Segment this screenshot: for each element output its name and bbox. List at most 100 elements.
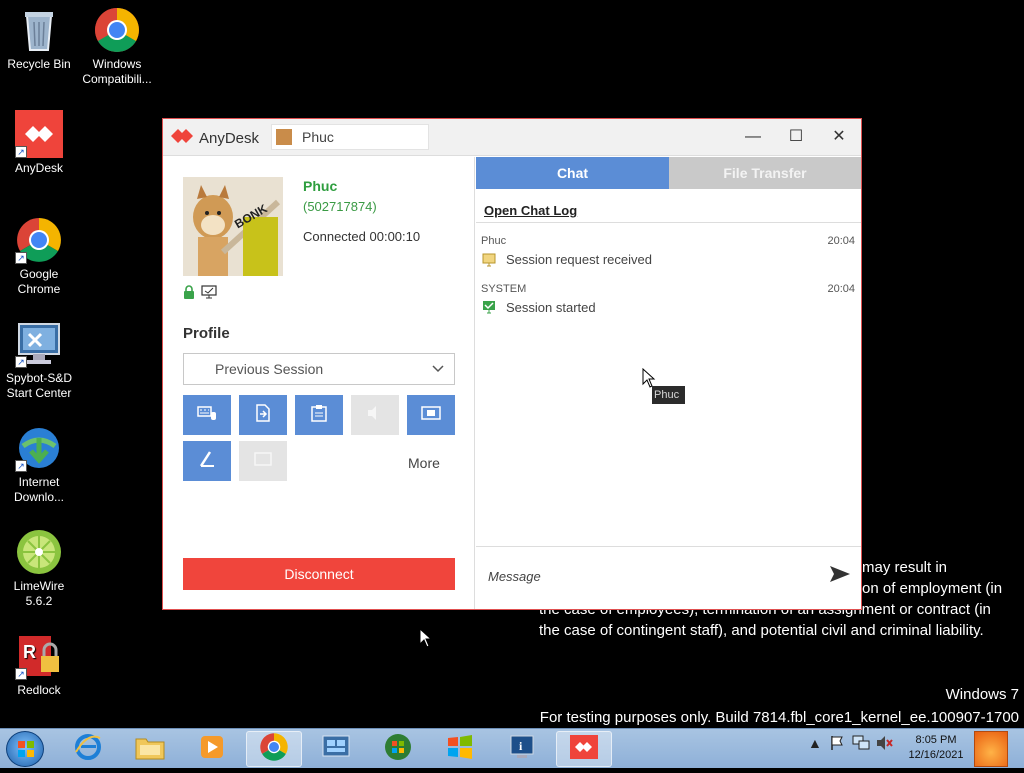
profile-select[interactable]: Previous Session (183, 353, 455, 385)
desktop-icon-recycle-bin[interactable]: Recycle Bin (0, 6, 78, 72)
media-player-icon (198, 733, 226, 766)
file-send-icon (255, 403, 271, 427)
app-brand: AnyDesk (171, 128, 259, 148)
draw-icon (198, 450, 216, 473)
keyboard-mouse-icon (197, 405, 217, 426)
record-button[interactable] (407, 395, 455, 435)
chat-panel: Chat File Transfer Open Chat Log Phuc 20… (476, 157, 861, 609)
taskbar: i ▲ 8:05 PM 12/16/2021 (0, 728, 1024, 768)
taskbar-media-player[interactable] (184, 731, 240, 767)
tab-chat[interactable]: Chat (476, 157, 669, 189)
control-panel-icon (321, 733, 351, 766)
message-text: Session started (506, 300, 596, 315)
shortcut-arrow-icon: ↗ (15, 460, 27, 472)
taskbar-windows-orb[interactable] (370, 731, 426, 767)
session-panel: BONK Phuc (502717874) Connected 00:00:10… (163, 157, 475, 609)
minimize-button[interactable]: — (735, 125, 771, 149)
keyboard-mouse-button[interactable] (183, 395, 231, 435)
desktop-icon-google-chrome[interactable]: ↗ Google Chrome (0, 216, 78, 297)
windows-flag-icon (445, 733, 475, 766)
shortcut-arrow-icon: ↗ (15, 356, 27, 368)
peer-name: Phuc (303, 178, 338, 194)
anydesk-icon: ↗ (15, 110, 63, 158)
audio-button[interactable] (351, 395, 399, 435)
desktop-icon-internet-download-manager[interactable]: ↗ Internet Downlo... (0, 424, 78, 505)
chrome-icon (93, 6, 141, 54)
disconnect-button[interactable]: Disconnect (183, 558, 455, 590)
desktop-icon-spybot[interactable]: ↗ Spybot-S&D Start Center (0, 320, 78, 401)
internet-explorer-icon (73, 732, 103, 767)
session-request-icon (482, 253, 496, 267)
taskbar-system-info[interactable]: i (494, 731, 550, 767)
desktop-icon-anydesk[interactable]: ↗ AnyDesk (0, 110, 78, 176)
redlock-icon: R ↗ (15, 632, 63, 680)
clipboard-button[interactable] (295, 395, 343, 435)
desktop-icon-label: Windows Compatibili... (82, 57, 152, 86)
connection-status: Connected 00:00:10 (303, 229, 421, 244)
app-name: AnyDesk (199, 129, 260, 147)
open-chat-log-link[interactable]: Open Chat Log (484, 203, 577, 218)
session-tab[interactable]: Phuc (271, 124, 429, 150)
taskbar-control-panel[interactable] (308, 731, 364, 767)
send-icon[interactable] (829, 565, 851, 588)
record-icon (421, 405, 441, 426)
desktop-icon-label: Internet Downlo... (13, 475, 65, 504)
message-input[interactable]: Message (488, 569, 541, 584)
peer-avatar: BONK (183, 177, 283, 276)
folder-icon (134, 733, 166, 766)
desktop-message-line: the case of contingent staff), and poten… (539, 622, 984, 639)
tray-expand-icon[interactable]: ▲ (808, 735, 822, 751)
build-watermark: For testing purposes only. Build 7814.fb… (539, 709, 1019, 726)
chrome-icon: ↗ (15, 216, 63, 264)
chevron-down-icon (432, 354, 444, 395)
message-time: 20:04 (827, 235, 855, 247)
message-sender: SYSTEM (481, 283, 527, 295)
close-button[interactable]: ✕ (821, 125, 857, 149)
mouse-cursor-icon (419, 627, 433, 653)
screen-icon (253, 451, 273, 472)
os-name-watermark: Windows 7 (945, 686, 1019, 703)
taskbar-anydesk[interactable] (556, 731, 612, 767)
desktop-icon-label: Google Chrome (17, 267, 61, 296)
remote-cursor-label: Phuc (652, 386, 685, 404)
screen-control-icon (201, 285, 217, 301)
idm-icon: ↗ (15, 424, 63, 472)
divider (476, 546, 861, 547)
windows-logo-icon (383, 732, 413, 767)
desktop-icon-windows-compatibility[interactable]: Windows Compatibili... (78, 6, 156, 87)
desktop: Recycle Bin Windows Compatibili... ↗ Any… (0, 0, 1024, 728)
anydesk-icon (568, 733, 600, 766)
audio-icon (366, 405, 384, 426)
maximize-button[interactable]: ☐ (778, 125, 814, 149)
more-button[interactable]: More (408, 455, 440, 471)
desktop-icon-redlock[interactable]: R ↗ Redlock (0, 632, 78, 698)
desktop-message-line: may result in (862, 559, 948, 576)
desktop-icon-limewire[interactable]: LimeWire 5.6.2 (0, 528, 78, 609)
lock-icon (183, 285, 195, 301)
desktop-icon-label: Redlock (17, 683, 61, 697)
profile-select-value: Previous Session (215, 361, 324, 377)
volume-muted-icon[interactable] (876, 735, 894, 754)
title-bar[interactable]: AnyDesk Phuc — ☐ ✕ (163, 119, 861, 156)
recycle-bin-icon (15, 6, 63, 54)
clipboard-icon (311, 404, 327, 427)
desktop-icon-label: Recycle Bin (7, 57, 71, 71)
screen-switch-button[interactable] (239, 441, 287, 481)
tab-file-transfer[interactable]: File Transfer (669, 157, 861, 189)
start-button[interactable] (6, 731, 44, 767)
desktop-icon-label: Spybot-S&D Start Center (5, 371, 73, 400)
limewire-icon (15, 528, 63, 576)
draw-button[interactable] (183, 441, 231, 481)
session-status-icons (183, 285, 217, 301)
taskbar-explorer[interactable] (122, 731, 178, 767)
file-send-button[interactable] (239, 395, 287, 435)
show-desktop-button[interactable] (974, 731, 1008, 767)
taskbar-windows-flag[interactable] (432, 731, 488, 767)
desktop-icon-label: LimeWire 5.6.2 (13, 579, 65, 608)
taskbar-internet-explorer[interactable] (60, 731, 116, 767)
taskbar-chrome[interactable] (246, 731, 302, 767)
network-icon[interactable] (852, 735, 870, 754)
system-clock[interactable]: 8:05 PM 12/16/2021 (898, 733, 974, 763)
spybot-icon: ↗ (15, 320, 63, 368)
action-center-flag-icon[interactable] (830, 735, 844, 754)
